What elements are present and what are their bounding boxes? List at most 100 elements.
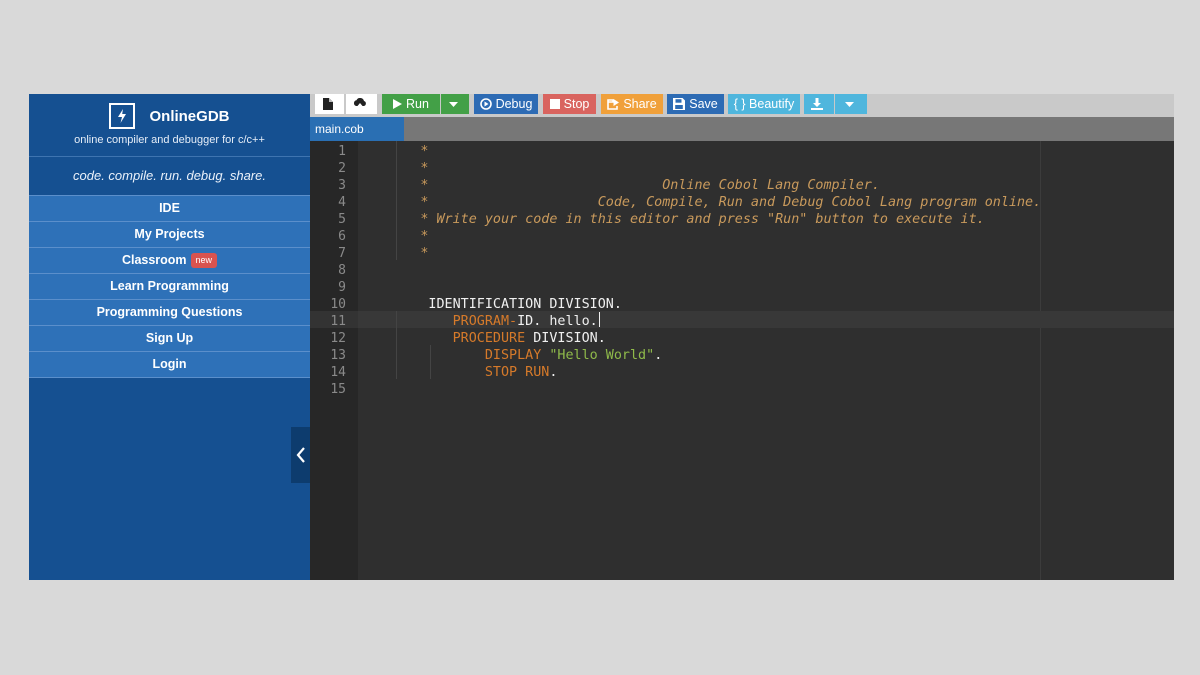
code-text: * Write your code in this editor and pre… <box>372 211 984 228</box>
download-button[interactable] <box>804 94 834 114</box>
code-text: * <box>372 245 428 262</box>
line-number: 14 <box>330 365 346 380</box>
caret-down-icon <box>844 101 854 107</box>
code-line: 8 <box>310 262 1174 279</box>
code-line: 1 * <box>310 143 1174 160</box>
debug-icon <box>479 98 492 110</box>
chevron-left-icon <box>296 447 305 463</box>
nav-item-sign-up[interactable]: Sign Up <box>29 325 310 351</box>
brand-subtitle: online compiler and debugger for c/c++ <box>74 134 265 146</box>
nav-menu: IDE My Projects Classroom new Learn Progr… <box>29 195 310 378</box>
nav-item-ide[interactable]: IDE <box>29 195 310 221</box>
line-number: 7 <box>338 246 346 261</box>
code-text: PROCEDURE DIVISION. <box>372 330 606 347</box>
cloud-upload-icon <box>353 98 366 110</box>
app-window: OnlineGDB online compiler and debugger f… <box>29 94 1174 580</box>
code-text: * Online Cobol Lang Compiler. <box>372 177 880 194</box>
nav-item-label: Learn Programming <box>110 279 229 293</box>
file-icon <box>322 98 333 110</box>
code-comment: * Online Cobol Lang Compiler. <box>372 178 880 193</box>
line-number: 2 <box>338 161 346 176</box>
code-comment: * <box>372 229 429 244</box>
new-file-button[interactable] <box>315 94 344 114</box>
nav-item-label: Login <box>152 357 187 371</box>
code-line: 6 * <box>310 228 1174 245</box>
code-text: * <box>372 160 428 177</box>
line-number: 9 <box>338 280 346 295</box>
language-dropdown[interactable] <box>835 94 867 114</box>
nav-item-login[interactable]: Login <box>29 351 310 378</box>
upload-button[interactable] <box>346 94 377 114</box>
run-label: Run <box>406 97 429 111</box>
debug-label: Debug <box>495 97 533 111</box>
lightning-logo-icon[interactable] <box>109 103 136 129</box>
code-line: 9 <box>310 279 1174 296</box>
line-number: 8 <box>338 263 346 278</box>
nav-item-my-projects[interactable]: My Projects <box>29 221 310 247</box>
code-line: 14 STOP RUN. <box>310 364 1174 381</box>
line-number: 11 <box>330 314 346 329</box>
line-number: 4 <box>338 195 346 210</box>
new-badge: new <box>190 253 218 268</box>
tagline: code. compile. run. debug. share. <box>73 168 266 183</box>
run-button[interactable]: Run <box>382 94 440 114</box>
beautify-button[interactable]: { } Beautify <box>728 94 800 114</box>
code-token: DIVISION. <box>525 331 606 346</box>
nav-item-classroom[interactable]: Classroom new <box>29 247 310 273</box>
code-comment: * <box>372 161 429 176</box>
brand-name[interactable]: OnlineGDB <box>149 108 229 125</box>
nav-item-programming-questions[interactable]: Programming Questions <box>29 299 310 325</box>
code-comment: * <box>372 246 429 261</box>
floppy-disk-icon <box>673 98 686 110</box>
code-line: 11 PROGRAM-ID. hello. <box>310 313 1174 330</box>
code-text: DISPLAY "Hello World". <box>372 347 662 364</box>
share-button[interactable]: Share <box>601 94 663 114</box>
share-icon <box>607 98 620 110</box>
stop-icon <box>549 99 560 109</box>
line-number: 5 <box>338 212 346 227</box>
code-text: * <box>372 143 428 160</box>
code-text: * Code, Compile, Run and Debug Cobol Lan… <box>372 194 1041 211</box>
run-options-dropdown[interactable] <box>441 94 469 114</box>
nav-item-learn-programming[interactable]: Learn Programming <box>29 273 310 299</box>
line-number: 12 <box>330 331 346 346</box>
line-number: 13 <box>330 348 346 363</box>
share-label: Share <box>623 97 657 111</box>
code-line: 13 DISPLAY "Hello World". <box>310 347 1174 364</box>
code-text: IDENTIFICATION DIVISION. <box>372 296 622 313</box>
tab-main-cob[interactable]: main.cob <box>310 117 404 141</box>
code-comment: * <box>372 144 429 159</box>
code-keyword: PROGRAM- <box>452 314 518 329</box>
code-text: * <box>372 228 428 245</box>
code-line: 5 * Write your code in this editor and p… <box>310 211 1174 228</box>
debug-button[interactable]: Debug <box>474 94 538 114</box>
sidebar: OnlineGDB online compiler and debugger f… <box>29 94 310 580</box>
brand-header: OnlineGDB online compiler and debugger f… <box>29 94 310 157</box>
play-icon <box>393 99 403 109</box>
line-number: 10 <box>330 297 346 312</box>
save-button[interactable]: Save <box>667 94 724 114</box>
code-string: "Hello World" <box>549 348 655 363</box>
nav-item-label: IDE <box>159 201 180 215</box>
nav-item-label: Sign Up <box>145 331 194 345</box>
code-line: 4 * Code, Compile, Run and Debug Cobol L… <box>310 194 1174 211</box>
collapse-sidebar-button[interactable] <box>291 427 310 483</box>
line-number: 15 <box>330 382 346 397</box>
code-token: IDENTIFICATION DIVISION. <box>372 297 622 312</box>
stop-button[interactable]: Stop <box>543 94 596 114</box>
code-keyword: PROCEDURE <box>452 331 526 346</box>
line-number: 3 <box>338 178 346 193</box>
code-editor[interactable]: 1 * 2 * 3 * Online Cobol Lang Compiler. 4 *… <box>310 141 1174 580</box>
code-line: 3 * Online Cobol Lang Compiler. <box>310 177 1174 194</box>
code-keyword: DISPLAY <box>484 348 542 363</box>
text-cursor <box>599 312 600 327</box>
nav-item-label: My Projects <box>134 227 205 241</box>
beautify-label: { } Beautify <box>733 97 795 111</box>
code-token: . <box>654 348 663 363</box>
code-keyword: STOP RUN <box>484 365 550 380</box>
code-token: ID. hello. <box>517 314 598 329</box>
code-line: 15 <box>310 381 1174 398</box>
line-number: 6 <box>338 229 346 244</box>
